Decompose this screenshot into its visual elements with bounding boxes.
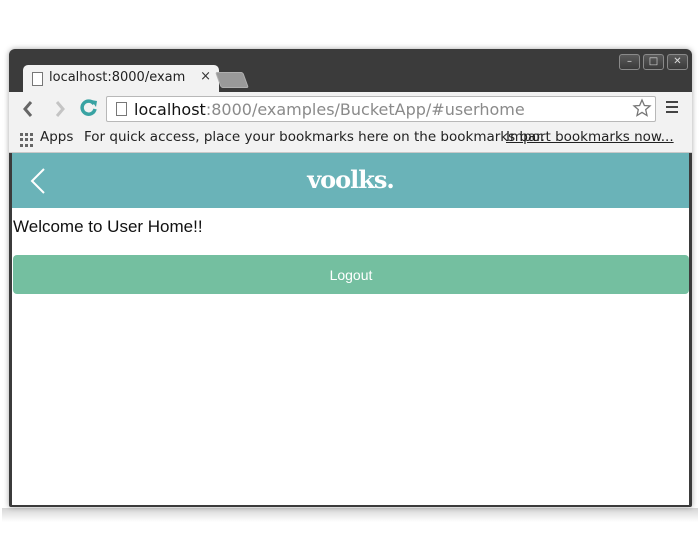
forward-icon[interactable] — [53, 99, 67, 119]
close-window-button[interactable]: ✕ — [667, 54, 688, 70]
back-icon[interactable] — [21, 99, 35, 119]
url-path: :8000/examples/BucketApp/#userhome — [205, 100, 525, 119]
page-icon — [32, 72, 43, 86]
apps-grid-icon[interactable] — [20, 133, 34, 147]
bookmarks-hint: For quick access, place your bookmarks h… — [84, 129, 545, 145]
url-text[interactable]: localhost:8000/examples/BucketApp/#userh… — [134, 100, 525, 119]
welcome-heading: Welcome to User Home!! — [13, 217, 203, 236]
url-host: localhost — [134, 100, 206, 119]
maximize-button[interactable]: □ — [643, 54, 664, 70]
app-logo: voolks. — [307, 165, 395, 194]
browser-menu-icon[interactable] — [666, 101, 678, 116]
browser-tab[interactable]: localhost:8000/examp × — [23, 65, 219, 92]
logout-button[interactable]: Logout — [13, 255, 689, 294]
page-icon — [116, 102, 127, 116]
minimize-button[interactable]: – — [619, 54, 640, 70]
reload-icon[interactable] — [79, 98, 99, 118]
browser-window: – □ ✕ localhost:8000/examp × localhost:8… — [9, 49, 692, 507]
window-shadow — [2, 508, 698, 522]
browser-toolbar: localhost:8000/examples/BucketApp/#userh… — [9, 92, 692, 125]
bookmark-star-icon[interactable] — [632, 98, 652, 118]
new-tab-button[interactable] — [215, 72, 249, 88]
tab-title: localhost:8000/examp — [49, 70, 185, 85]
address-bar[interactable]: localhost:8000/examples/BucketApp/#userh… — [106, 96, 656, 122]
app-header: voolks. — [12, 153, 689, 208]
apps-link[interactable]: Apps — [40, 129, 73, 145]
window-controls: – □ ✕ — [619, 54, 688, 70]
bookmarks-bar: Apps For quick access, place your bookma… — [9, 125, 692, 153]
page-content: voolks. Welcome to User Home!! Logout — [12, 153, 689, 505]
import-bookmarks-link[interactable]: Import bookmarks now... — [506, 129, 674, 145]
close-tab-icon[interactable]: × — [200, 69, 211, 84]
